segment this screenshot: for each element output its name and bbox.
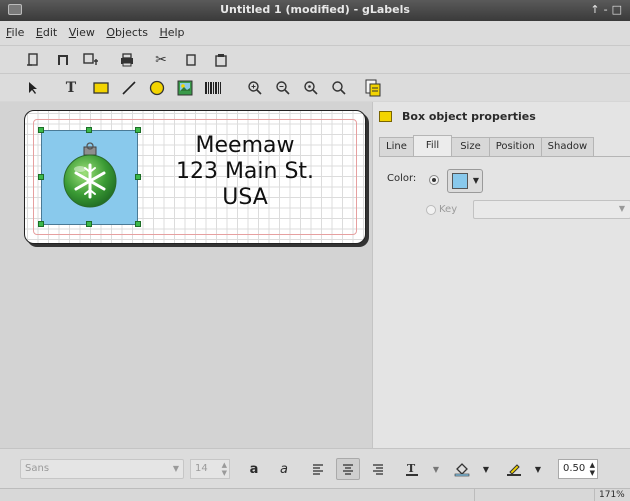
fill-color-swatch (452, 173, 468, 189)
zoom-in-icon[interactable] (244, 77, 266, 99)
tab-shadow[interactable]: Shadow (540, 137, 595, 156)
box-object-icon (379, 111, 392, 122)
address-line-name: Meemaw (195, 133, 295, 158)
tab-position[interactable]: Position (488, 137, 542, 156)
key-select[interactable]: ▼ (473, 200, 630, 219)
align-center-button[interactable] (336, 458, 360, 480)
bold-button[interactable]: a (244, 458, 264, 480)
italic-button[interactable]: a (274, 458, 294, 480)
paste-icon[interactable] (210, 49, 232, 71)
address-text-object[interactable]: Meemaw 123 Main St. USA (165, 133, 325, 211)
fill-color-bucket-button[interactable] (452, 458, 472, 480)
address-line-street: 123 Main St. (175, 159, 315, 184)
arrow-select-icon[interactable] (22, 77, 44, 99)
resize-handle-nw[interactable] (38, 127, 44, 133)
zoom-1to1-icon[interactable] (300, 77, 322, 99)
ellipse-tool-icon[interactable] (146, 77, 168, 99)
print-icon[interactable] (116, 49, 138, 71)
ornament-image (63, 142, 117, 208)
resize-handle-n[interactable] (86, 127, 92, 133)
fill-tab-content: Color: ▼ Key ▼ (379, 156, 630, 236)
menu-help[interactable]: Help (159, 21, 188, 39)
properties-panel: Box object properties Line Fill Size Pos… (372, 102, 630, 448)
color-radio[interactable] (429, 175, 439, 185)
chevron-down-icon: ▼ (172, 464, 179, 473)
text-tool-icon[interactable]: T (60, 77, 82, 99)
font-family-select[interactable]: Sans ▼ (20, 459, 184, 479)
barcode-tool-icon[interactable] (202, 77, 224, 99)
box-object[interactable] (41, 130, 138, 225)
font-size-value: 14 (195, 463, 208, 474)
line-color-button[interactable] (504, 458, 524, 480)
menu-file[interactable]: File (6, 21, 28, 39)
fill-color-dropdown-icon[interactable]: ▼ (480, 458, 492, 480)
tab-line[interactable]: Line (379, 137, 414, 156)
window-controls: ↑-□ (590, 3, 626, 16)
status-bar: 171% (0, 488, 630, 501)
chevron-down-icon: ▼ (618, 204, 625, 213)
spinner-arrows-icon: ▲ ▼ (221, 461, 227, 477)
maximize-icon[interactable]: ↑ (590, 3, 603, 16)
align-right-button[interactable] (368, 458, 388, 480)
spinner-arrows-icon: ▲ ▼ (589, 461, 595, 477)
box-tool-icon[interactable] (90, 77, 112, 99)
merge-properties-icon[interactable] (362, 77, 384, 99)
line-tool-icon[interactable] (118, 77, 140, 99)
text-color-dropdown-icon[interactable]: ▼ (430, 458, 442, 480)
cut-icon[interactable]: ✂ (150, 49, 172, 71)
text-color-button[interactable]: T (402, 458, 422, 480)
font-family-value: Sans (25, 463, 50, 474)
objects-toolbar: T (0, 73, 630, 101)
align-left-button[interactable] (308, 458, 328, 480)
menu-bar: File Edit View Objects Help (0, 21, 630, 45)
restore-icon[interactable]: □ (612, 3, 626, 16)
zoom-level: 171% (594, 489, 630, 501)
save-icon[interactable] (80, 49, 102, 71)
main-toolbar: ✂ (0, 45, 630, 73)
color-label: Color: (387, 173, 417, 184)
menu-edit[interactable]: Edit (36, 21, 61, 39)
format-toolbar: Sans ▼ 14 ▲ ▼ a a T ▼ ▼ ▼ 0.50 ▲ ▼ (0, 448, 630, 488)
resize-handle-ne[interactable] (135, 127, 141, 133)
new-icon[interactable] (22, 49, 44, 71)
tab-size[interactable]: Size (451, 137, 490, 156)
window-title: Untitled 1 (modified) - gLabels (220, 3, 410, 16)
line-width-spinner[interactable]: 0.50 ▲ ▼ (558, 459, 598, 479)
resize-handle-e[interactable] (135, 174, 141, 180)
zoom-fit-icon[interactable] (328, 77, 350, 99)
line-color-dropdown-icon[interactable]: ▼ (532, 458, 544, 480)
label-preview[interactable]: Meemaw 123 Main St. USA (24, 110, 366, 244)
resize-handle-se[interactable] (135, 221, 141, 227)
tab-fill[interactable]: Fill (412, 135, 453, 156)
resize-handle-sw[interactable] (38, 221, 44, 227)
menu-view[interactable]: View (69, 21, 99, 39)
resize-handle-w[interactable] (38, 174, 44, 180)
properties-title: Box object properties (379, 110, 536, 123)
fill-color-button[interactable]: ▼ (447, 169, 483, 193)
address-line-country: USA (222, 185, 268, 210)
resize-handle-s[interactable] (86, 221, 92, 227)
properties-title-text: Box object properties (402, 110, 536, 123)
svg-text:T: T (407, 462, 416, 475)
key-radio[interactable] (426, 205, 436, 215)
copy-icon[interactable] (180, 49, 202, 71)
zoom-out-icon[interactable] (272, 77, 294, 99)
properties-tabs: Line Fill Size Position Shadow (379, 135, 595, 156)
minimize-icon[interactable]: - (604, 3, 612, 16)
image-tool-icon[interactable] (174, 77, 196, 99)
chevron-down-icon: ▼ (472, 176, 479, 185)
key-label: Key (439, 204, 458, 215)
status-cursor-segment (474, 489, 594, 501)
menu-objects[interactable]: Objects (106, 21, 152, 39)
font-size-spinner[interactable]: 14 ▲ ▼ (190, 459, 230, 479)
open-icon[interactable] (52, 49, 74, 71)
line-width-value: 0.50 (563, 463, 586, 474)
window-titlebar: Untitled 1 (modified) - gLabels ↑-□ (0, 0, 630, 21)
